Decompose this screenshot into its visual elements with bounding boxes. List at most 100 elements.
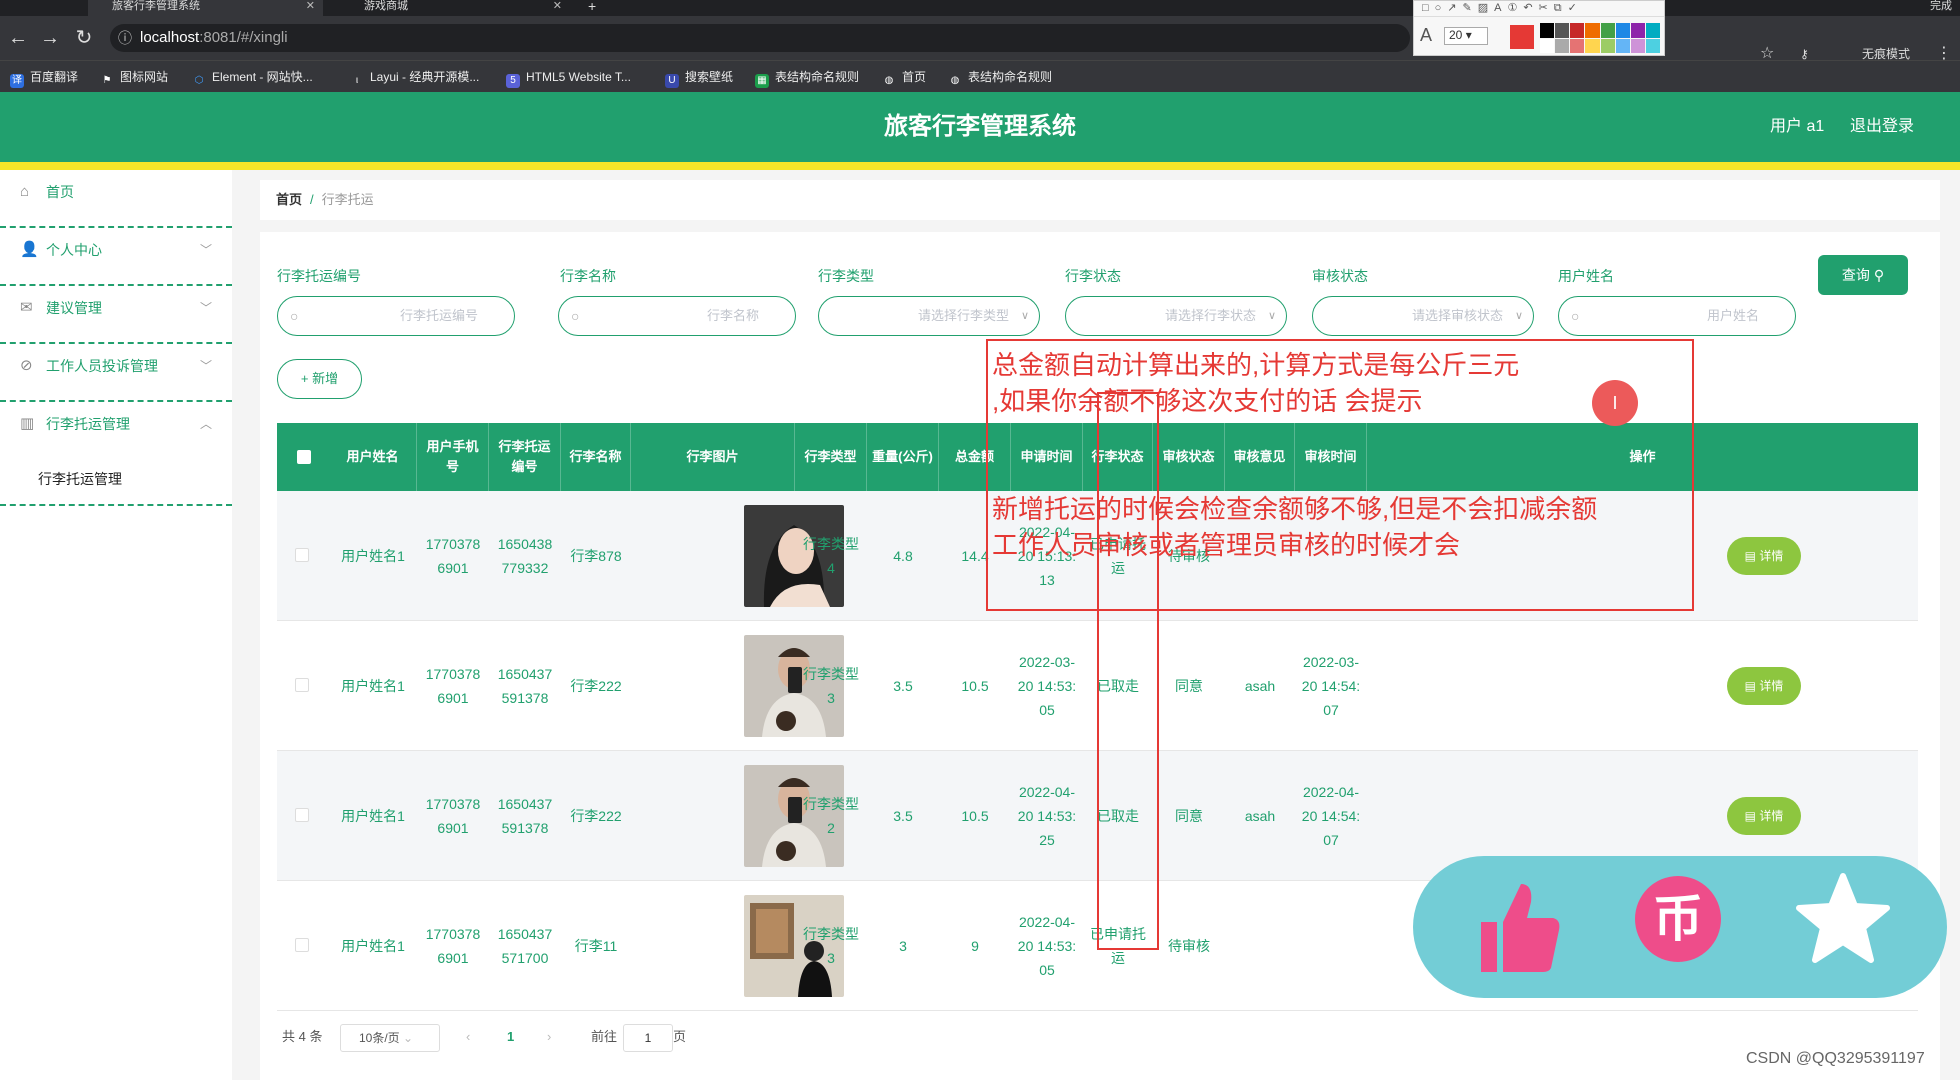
add-button[interactable]: + 新增 [277, 359, 362, 399]
search-icon: ○ [290, 308, 299, 324]
row-checkbox[interactable] [295, 548, 309, 562]
current-color-swatch[interactable] [1510, 25, 1534, 49]
page-number[interactable]: 1 [507, 1024, 514, 1050]
bookmark-item[interactable]: ◍ 首页 [882, 61, 926, 93]
font-size-value: 20 [1449, 28, 1463, 42]
bookmark-item[interactable]: ⬡ Element - 网站快... [192, 61, 313, 93]
reaction-bar: 币 [1413, 856, 1947, 998]
page-size-select[interactable]: 10条/页 ⌄ [340, 1024, 440, 1052]
address-bar: ← → ↻ ⓘ localhost:8081/#/xingli ☆ ⚷ 无痕模式… [0, 16, 1960, 62]
user-name-input[interactable]: ○ 用户姓名 [1558, 296, 1796, 336]
col-weight: 重量(公斤) [867, 423, 939, 491]
tab-title: 游戏商城 [364, 0, 408, 12]
breadcrumb-home[interactable]: 首页 [276, 192, 302, 207]
close-icon[interactable]: ✕ [306, 0, 315, 12]
filter-label-luggage-name: 行李名称 [560, 268, 616, 284]
cell-luggage-type: 行李类型3 [803, 666, 859, 706]
luggage-no-input[interactable]: ○ 行李托运编号 [277, 296, 515, 336]
cell-luggage-name: 行李878 [570, 548, 622, 564]
sidebar-item-complaints[interactable]: ⊘ 工作人员投诉管理 ﹀ [0, 344, 232, 402]
luggage-name-input[interactable]: ○ 行李名称 [558, 296, 796, 336]
bookmark-item[interactable]: ⚑ 图标网站 [100, 61, 169, 93]
flag-icon: ⚑ [102, 75, 112, 86]
row-checkbox[interactable] [295, 938, 309, 952]
cell-audit-opinion: asah [1244, 678, 1276, 694]
info-icon[interactable]: ⓘ [118, 24, 132, 52]
cell-weight: 3.5 [893, 808, 913, 824]
annotation-text: 新增托运的时候会检查余额够不够,但是不会扣减余额 [992, 494, 1598, 524]
col-luggage-name: 行李名称 [561, 423, 631, 491]
new-tab-button[interactable]: + [578, 0, 618, 16]
browser-tab[interactable]: 游戏商城 ✕ [340, 0, 570, 16]
sidebar-item-home[interactable]: ⌂ 首页 [0, 170, 232, 228]
done-label[interactable]: 完成 [1930, 0, 1952, 28]
cell-user-name: 用户姓名1 [341, 938, 405, 954]
suggestion-icon: ✉ [20, 299, 33, 316]
complaint-icon: ⊘ [20, 357, 33, 374]
cell-luggage-no: 1650437571700 [497, 926, 553, 966]
reload-icon[interactable]: ↻ [72, 26, 96, 50]
detail-button[interactable]: ▤ 详情 [1727, 667, 1801, 705]
goto-page-input[interactable]: 1 [623, 1024, 673, 1052]
sidebar-item-label: 建议管理 [46, 300, 102, 316]
sidebar-item-suggestions[interactable]: ✉ 建议管理 ﹀ [0, 286, 232, 344]
layui-icon: ι [355, 75, 359, 86]
row-checkbox[interactable] [295, 808, 309, 822]
forward-arrow-icon[interactable]: → [38, 26, 62, 50]
translate-icon: 译 [10, 74, 24, 88]
annotation-tools-row[interactable]: □○↗✎▨A①↶✂⧉✓ [1414, 1, 1664, 17]
close-icon[interactable]: ✕ [553, 0, 562, 12]
bookmark-item[interactable]: ▦ 表结构命名规则 [755, 61, 859, 93]
goto-label: 前往 [591, 1029, 618, 1044]
bookmark-item[interactable]: 5 HTML5 Website T... [506, 61, 631, 93]
star-icon[interactable] [1793, 870, 1893, 970]
cell-audit-opinion: asah [1244, 808, 1276, 824]
audit-status-select[interactable]: 请选择审核状态 ∨ [1312, 296, 1534, 336]
globe-icon: ◍ [950, 75, 960, 86]
cell-luggage-name: 行李222 [570, 808, 622, 824]
cell-audit-status: 同意 [1175, 808, 1203, 824]
search-icon: ○ [571, 308, 580, 324]
coin-icon[interactable]: 币 [1635, 876, 1721, 962]
next-page-icon[interactable]: › [547, 1024, 551, 1050]
bookmark-item[interactable]: 译百度翻译 [10, 61, 78, 93]
annotation-text: 总金额自动计算出来的,计算方式是每公斤三元 [992, 350, 1520, 380]
text-tool-icon[interactable]: A [1420, 25, 1432, 46]
chevron-down-icon: ∨ [1514, 310, 1523, 322]
cell-luggage-type: 行李类型2 [803, 796, 859, 836]
select-all-checkbox[interactable] [297, 450, 311, 464]
url-path: :8081/#/xingli [199, 29, 288, 46]
query-button[interactable]: 查询 ⚲ [1818, 255, 1908, 295]
prev-page-icon[interactable]: ‹ [466, 1024, 470, 1050]
bookmark-item[interactable]: ◍ 表结构命名规则 [948, 61, 1052, 93]
font-size-select[interactable]: 20 ▾ [1444, 27, 1488, 45]
browser-tab-active[interactable]: 旅客行李管理系统 ✕ [88, 0, 323, 16]
luggage-status-select[interactable]: 请选择行李状态 ∨ [1065, 296, 1287, 336]
detail-button[interactable]: ▤ 详情 [1727, 537, 1801, 575]
row-checkbox[interactable] [295, 678, 309, 692]
bookmark-item[interactable]: ι Layui - 经典开源模... [350, 61, 479, 93]
chart-icon: ▥ [20, 415, 35, 432]
filter-label-audit-status: 审核状态 [1312, 268, 1368, 284]
document-icon: ▤ [1744, 809, 1760, 823]
logout-link[interactable]: 退出登录 [1850, 92, 1914, 162]
back-arrow-icon[interactable]: ← [6, 26, 30, 50]
search-icon: ⚲ [1873, 267, 1885, 283]
chevron-down-icon: ⌄ [403, 1031, 414, 1045]
cell-luggage-type: 行李类型4 [803, 536, 859, 576]
sidebar-subitem-luggage[interactable]: 行李托运管理 [0, 452, 232, 506]
sidebar-item-label: 个人中心 [46, 242, 102, 258]
filter-label-luggage-type: 行李类型 [818, 268, 874, 284]
thumbs-up-icon[interactable] [1473, 878, 1563, 978]
url-host: localhost [140, 29, 200, 46]
detail-button[interactable]: ▤ 详情 [1727, 797, 1801, 835]
col-phone: 用户手机号 [417, 423, 489, 491]
url-field[interactable]: ⓘ localhost:8081/#/xingli [110, 24, 1410, 52]
luggage-type-select[interactable]: 请选择行李类型 ∨ [818, 296, 1040, 336]
cell-luggage-type: 行李类型3 [803, 926, 859, 966]
sidebar-item-profile[interactable]: 👤 个人中心 ﹀ [0, 228, 232, 286]
filter-label-luggage-no: 行李托运编号 [277, 268, 361, 284]
color-palette[interactable] [1540, 23, 1660, 53]
table-icon: ▦ [755, 74, 769, 88]
bookmark-item[interactable]: U 搜索壁纸 [665, 61, 733, 93]
